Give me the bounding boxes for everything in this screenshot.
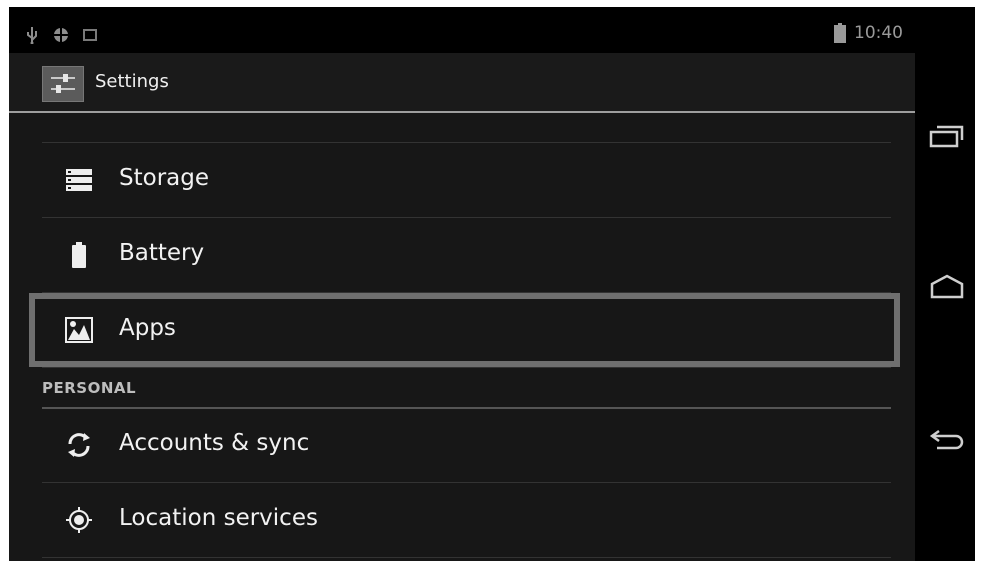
status-left-icons xyxy=(25,25,97,45)
list-item-battery[interactable]: Battery xyxy=(42,217,891,293)
page-title: Settings xyxy=(95,71,169,92)
section-label: PERSONAL xyxy=(42,379,137,397)
action-bar: Settings xyxy=(9,53,915,113)
back-icon[interactable] xyxy=(929,425,965,453)
usb-icon xyxy=(27,27,37,44)
status-bar: 10:40 xyxy=(9,7,915,53)
settings-app: 10:40 Settings Storage Battery Apps PERS… xyxy=(9,7,915,561)
storage-icon xyxy=(66,169,92,191)
settings-list: Storage Battery Apps PERSONAL Accounts &… xyxy=(9,113,915,561)
settings-app-icon[interactable] xyxy=(42,66,84,102)
location-icon xyxy=(66,507,92,533)
settings-sliders-icon xyxy=(51,74,75,93)
device-screen: 10:40 Settings Storage Battery Apps PERS… xyxy=(9,7,975,561)
battery-icon xyxy=(72,242,86,268)
list-item-label: Storage xyxy=(119,165,209,191)
recent-apps-icon[interactable] xyxy=(929,122,965,150)
list-item-label: Location services xyxy=(119,505,318,531)
screenshot-icon xyxy=(83,29,97,41)
list-item-cut-off xyxy=(42,113,891,143)
battery-icon xyxy=(834,23,846,43)
status-right: 10:40 xyxy=(834,23,903,43)
home-icon[interactable] xyxy=(929,272,965,300)
clock: 10:40 xyxy=(854,23,903,43)
list-item-storage[interactable]: Storage xyxy=(42,142,891,218)
list-item-location-services[interactable]: Location services xyxy=(42,482,891,558)
list-item-label: Battery xyxy=(119,240,205,266)
focus-highlight xyxy=(29,293,900,367)
navigation-bar xyxy=(915,7,975,561)
list-item-label: Accounts & sync xyxy=(119,430,310,456)
list-item-accounts-sync[interactable]: Accounts & sync xyxy=(42,407,891,483)
section-header-personal: PERSONAL xyxy=(42,367,891,409)
sync-icon xyxy=(68,433,90,457)
android-debug-icon xyxy=(54,26,68,44)
